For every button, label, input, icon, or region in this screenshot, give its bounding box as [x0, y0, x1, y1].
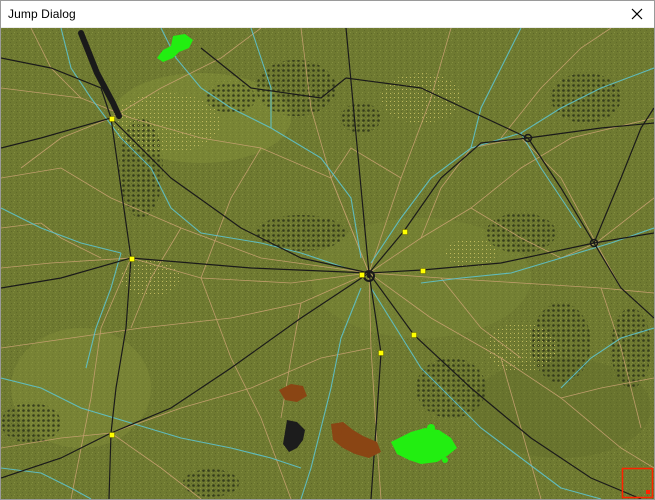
town-marker[interactable] — [378, 350, 384, 356]
town-marker[interactable] — [359, 272, 365, 278]
close-button[interactable] — [620, 1, 654, 27]
title-bar[interactable]: Jump Dialog — [1, 1, 654, 28]
town-marker[interactable] — [402, 229, 408, 235]
town-marker[interactable] — [420, 268, 426, 274]
close-icon — [631, 8, 643, 20]
town-marker[interactable] — [129, 256, 135, 262]
overview-map[interactable] — [1, 28, 654, 499]
jump-dialog-window: Jump Dialog — [0, 0, 655, 500]
map-canvas[interactable] — [1, 28, 654, 499]
window-title: Jump Dialog — [8, 7, 76, 21]
town-marker[interactable] — [109, 432, 115, 438]
town-marker[interactable] — [109, 116, 115, 122]
town-marker[interactable] — [411, 332, 417, 338]
